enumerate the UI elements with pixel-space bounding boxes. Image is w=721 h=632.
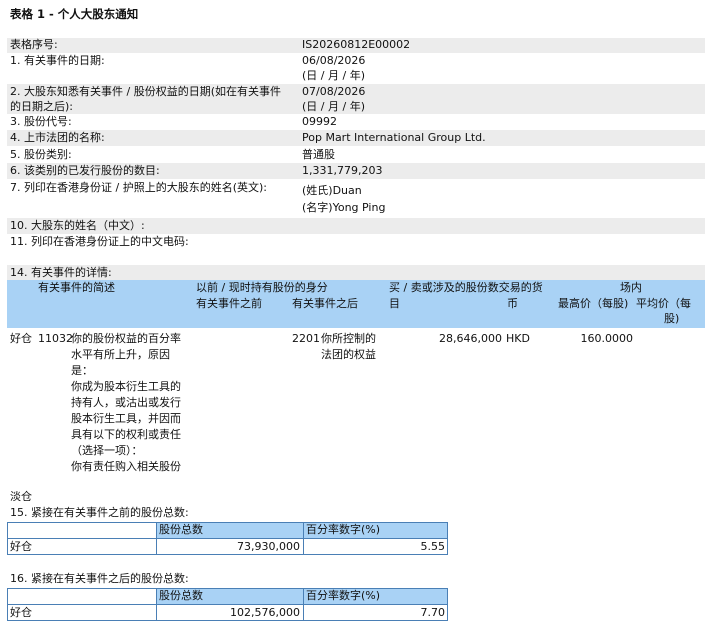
event-code: 11032 xyxy=(38,332,73,345)
header-currency: 币 xyxy=(507,297,518,310)
serial-value: IS20260812E00002 xyxy=(302,38,411,51)
event-shares: 28,646,000 xyxy=(439,332,502,345)
given-name-value: (名字)Yong Ping xyxy=(302,201,386,214)
header-before: 有关事件之前 xyxy=(196,297,262,310)
event-date-value: 06/08/2026 xyxy=(302,54,366,67)
capacity-description: 你所控制的 法团的权益 xyxy=(321,332,376,361)
header-market: 场内 xyxy=(620,281,642,294)
q16-row-divider xyxy=(7,604,448,605)
q15-label: 15. 紧接在有关事件之前的股份总数: xyxy=(10,506,189,519)
q16-percent-value: 7.70 xyxy=(420,606,446,619)
issued-shares-value: 1,331,779,203 xyxy=(302,164,383,177)
header-after: 有关事件之后 xyxy=(292,297,358,310)
aware-date-format: (日 / 月 / 年) xyxy=(302,100,365,113)
q16-shares-value: 102,576,000 xyxy=(230,606,300,619)
serial-label: 表格序号: xyxy=(10,38,58,51)
event-currency: HKD xyxy=(506,332,530,345)
q15-shares-header: 股份总数 xyxy=(159,523,203,536)
aware-date-label-cont: 的日期之后): xyxy=(10,100,73,113)
capacity-code: 2201 xyxy=(292,332,320,345)
header-average: 平均价（每 xyxy=(636,297,691,310)
form-title: 表格 1 - 个人大股东通知 xyxy=(10,7,139,21)
event-description: 你的股份权益的百分率 水平有所上升，原因 是： 你成为股本衍生工具的 持有人，或… xyxy=(71,332,181,473)
q15-percent-value: 5.55 xyxy=(420,540,446,553)
q15-row-divider xyxy=(7,538,448,539)
english-name-label: 7. 列印在香港身份证 / 护照上的大股东的姓名(英文): xyxy=(10,181,267,194)
q15-percent-header: 百分率数字(%) xyxy=(306,523,381,536)
header-shares: 买 / 卖或涉及的股份数交易的货 xyxy=(389,281,543,294)
issued-shares-label: 6. 该类别的已发行股份的数目: xyxy=(10,164,160,177)
header-capacity: 以前 / 现时持有股份的身分 xyxy=(196,281,328,294)
surname-value: (姓氏)Duan xyxy=(302,184,362,197)
q16-col-divider xyxy=(156,588,157,621)
company-name-value: Pop Mart International Group Ltd. xyxy=(302,131,486,144)
aware-date-value: 07/08/2026 xyxy=(302,85,366,98)
share-class-value: 普通股 xyxy=(302,148,335,161)
q16-shares-header: 股份总数 xyxy=(159,589,203,602)
short-position-label: 淡仓 xyxy=(10,490,32,503)
chinese-code-label: 11. 列印在香港身份证上的中文电码: xyxy=(10,235,189,248)
event-highest-price: 160.0000 xyxy=(580,332,634,345)
q16-label: 16. 紧接在有关事件之后的股份总数: xyxy=(10,572,189,585)
q16-percent-header: 百分率数字(%) xyxy=(306,589,381,602)
event-details-label: 14. 有关事件的详情: xyxy=(10,266,112,279)
q15-col-divider xyxy=(303,522,304,555)
header-average-cont: 股) xyxy=(664,312,680,325)
q15-shares-value: 73,930,000 xyxy=(237,540,300,553)
header-shares-cont: 目 xyxy=(389,297,400,310)
aware-date-label: 2. 大股东知悉有关事件 / 股份权益的日期(如在有关事件 xyxy=(10,85,281,98)
stock-code-value: 09992 xyxy=(302,115,337,128)
company-name-label: 4. 上市法团的名称: xyxy=(10,131,105,144)
q16-row-label: 好仓 xyxy=(10,606,32,619)
header-highest: 最高价（每股) xyxy=(558,297,629,310)
header-event-desc: 有关事件的简述 xyxy=(38,281,115,294)
share-class-label: 5. 股份类别: xyxy=(10,148,72,161)
q15-row-label: 好仓 xyxy=(10,540,32,553)
event-date-format: (日 / 月 / 年) xyxy=(302,69,365,82)
stock-code-label: 3. 股份代号: xyxy=(10,115,72,128)
q15-col-divider xyxy=(156,522,157,555)
event-date-label: 1. 有关事件的日期: xyxy=(10,54,105,67)
q16-col-divider xyxy=(303,588,304,621)
event-position: 好仓 xyxy=(10,332,32,345)
chinese-name-label: 10. 大股东的姓名（中文）: xyxy=(10,219,145,232)
